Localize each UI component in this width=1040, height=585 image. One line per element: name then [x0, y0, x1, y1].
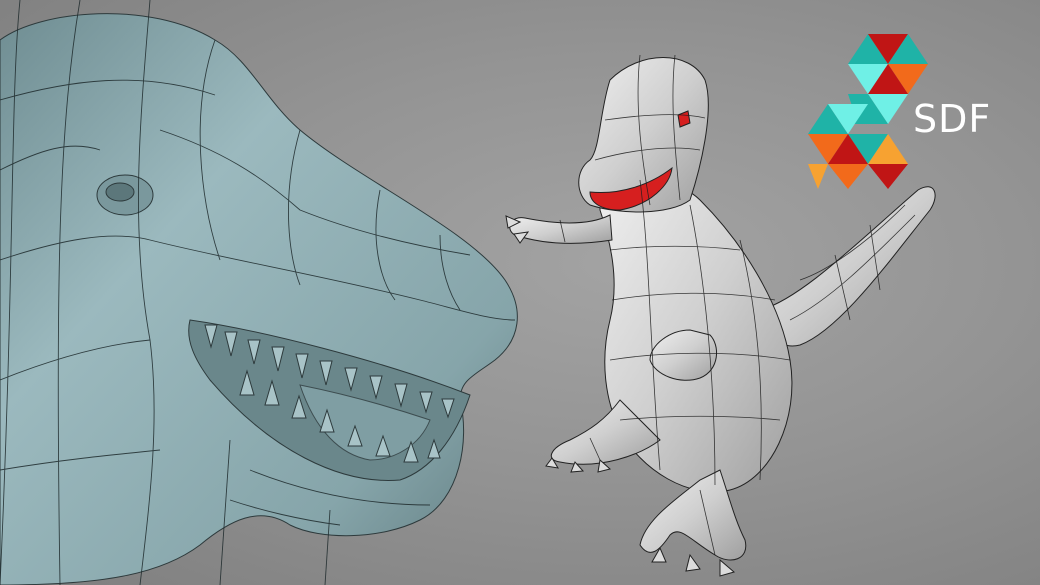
- tail: [759, 186, 936, 347]
- sdf-logo-text: SDF: [913, 97, 992, 141]
- left-arm: [509, 214, 613, 244]
- render-viewport: SDF: [0, 0, 1040, 585]
